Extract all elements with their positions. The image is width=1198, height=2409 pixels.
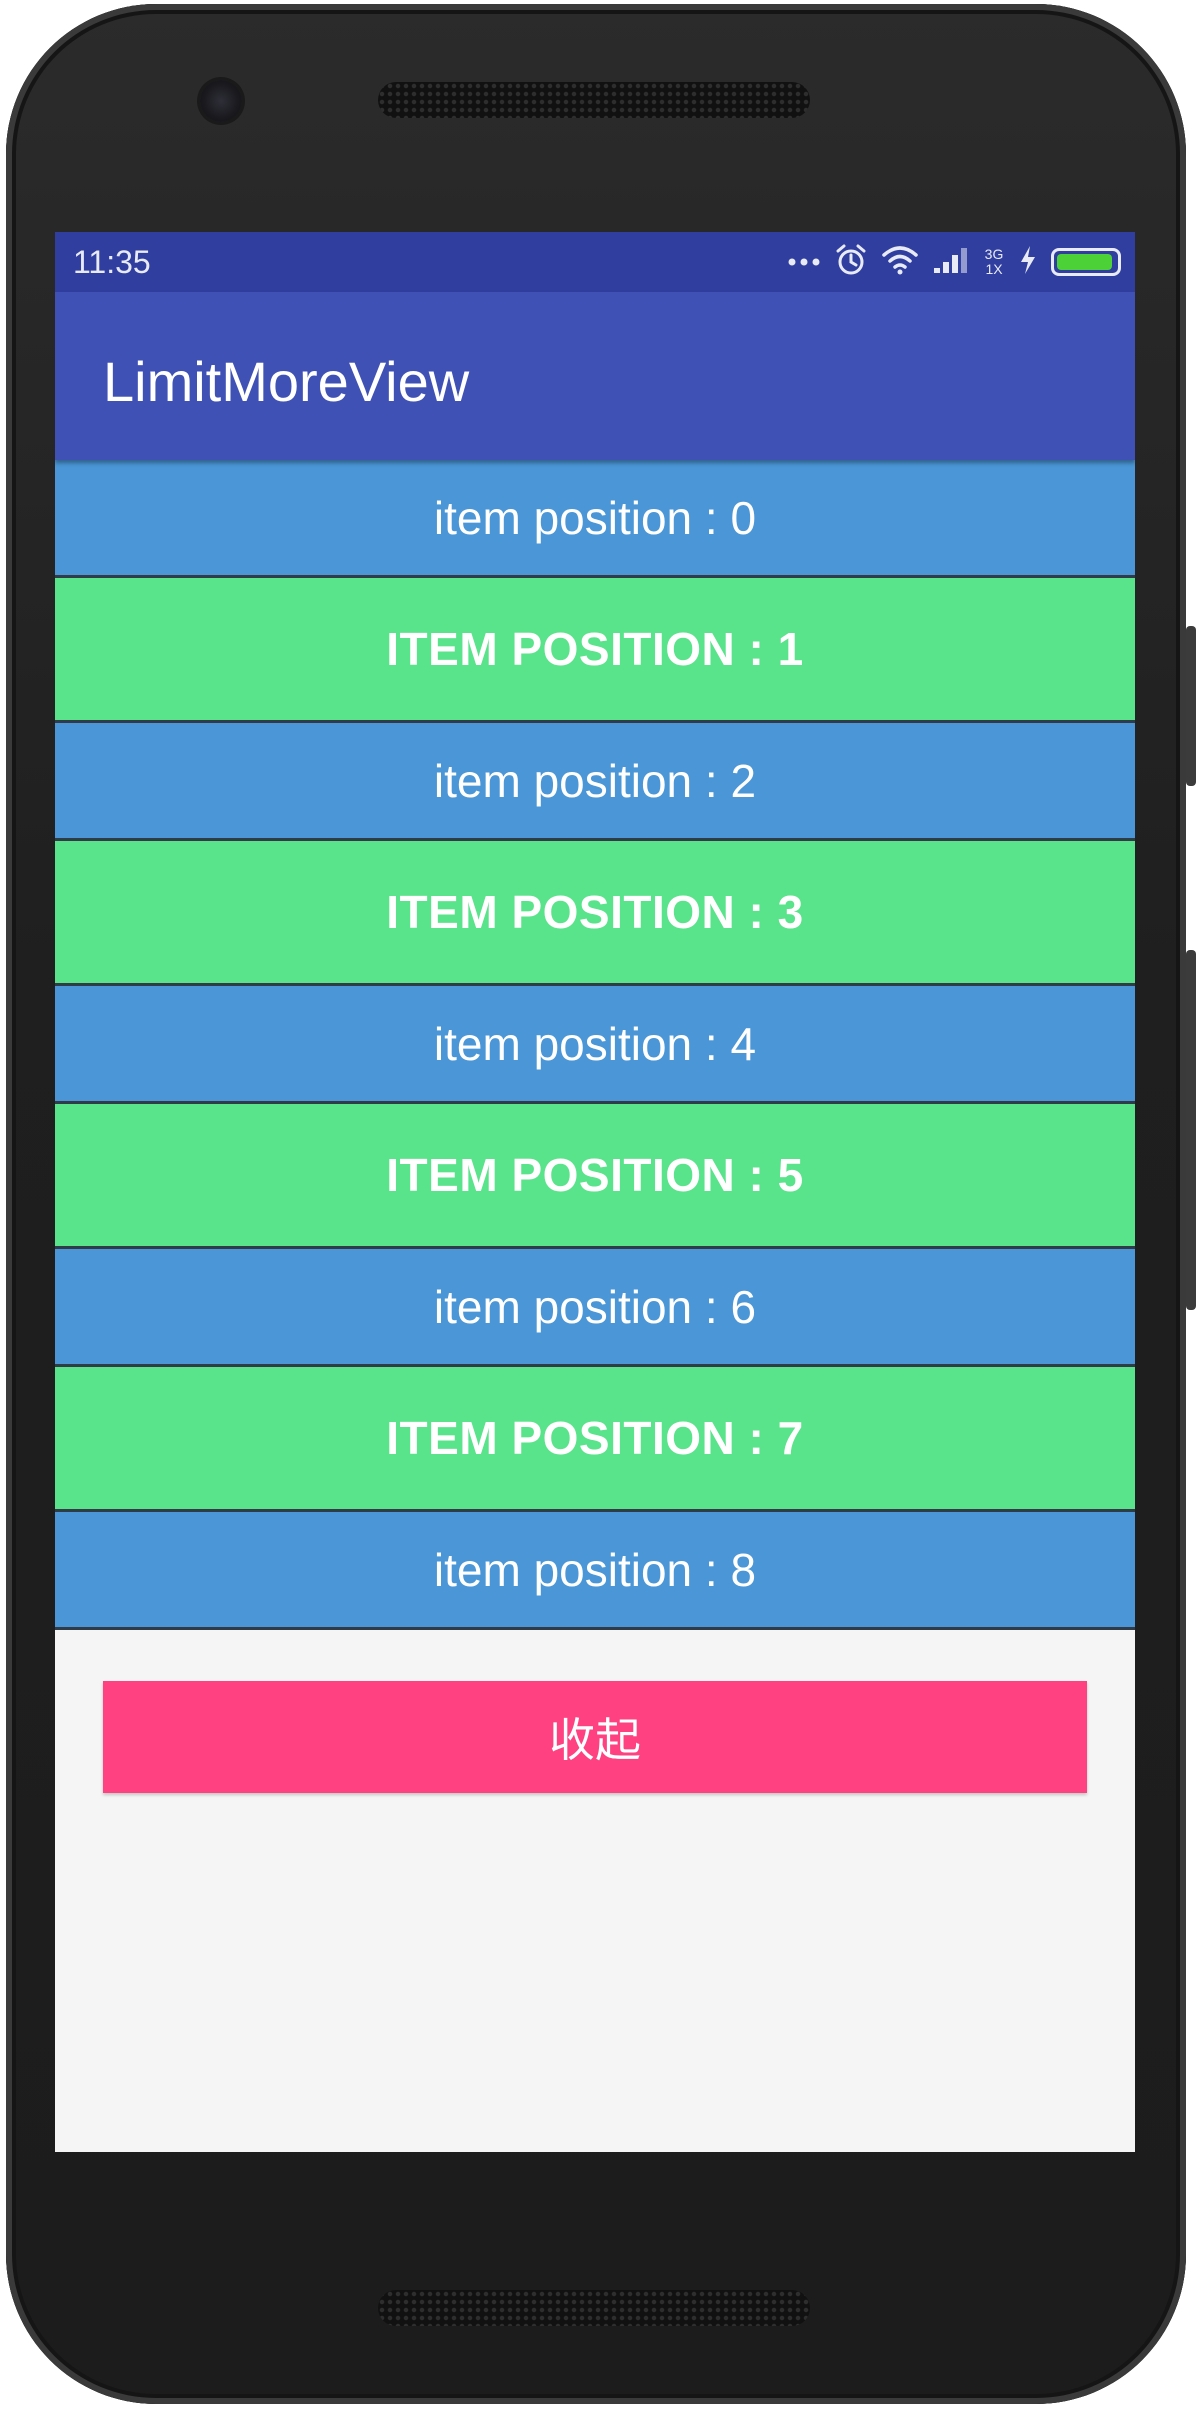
list-item[interactable]: ITEM POSITION : 1 [55,578,1135,723]
list-item[interactable]: item position : 2 [55,723,1135,841]
front-camera [200,80,242,122]
wifi-icon [881,245,919,280]
status-icons: 3G 1X [787,242,1121,282]
list-item[interactable]: item position : 4 [55,986,1135,1104]
battery-icon [1051,248,1121,276]
screen: 11:35 3G 1X LimitMoreView item position … [55,232,1135,2152]
item-list: item position : 0 ITEM POSITION : 1 item p… [55,460,1135,1630]
power-button [1186,626,1196,786]
network-type-bottom: 1X [985,261,1003,277]
bottom-speaker [378,2290,810,2326]
list-item[interactable]: ITEM POSITION : 5 [55,1104,1135,1249]
status-time: 11:35 [73,244,151,280]
list-item[interactable]: item position : 6 [55,1249,1135,1367]
list-item[interactable]: item position : 8 [55,1512,1135,1630]
network-type-top: 3G [984,246,1004,262]
more-dots-icon [787,253,821,271]
list-item[interactable]: ITEM POSITION : 7 [55,1367,1135,1512]
list-item[interactable]: item position : 0 [55,460,1135,578]
status-bar: 11:35 3G 1X [55,232,1135,292]
signal-icon [933,246,969,279]
battery-fill [1057,254,1113,270]
list-item[interactable]: ITEM POSITION : 3 [55,841,1135,986]
app-toolbar: LimitMoreView [55,292,1135,460]
collapse-button[interactable]: 收起 [103,1681,1087,1793]
earpiece-speaker [378,82,810,118]
network-type-label: 3G 1X [983,247,1005,277]
app-title: LimitMoreView [103,350,470,413]
alarm-icon [835,243,867,282]
charging-icon [1019,245,1037,280]
volume-button [1186,950,1196,1310]
